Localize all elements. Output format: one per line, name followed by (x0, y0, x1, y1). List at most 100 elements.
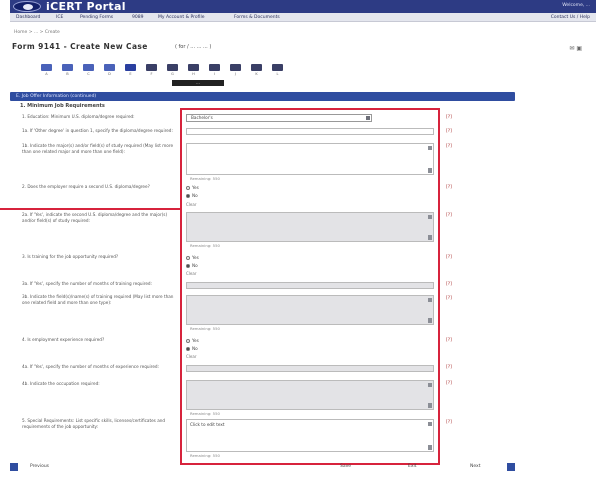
q3-clear-link[interactable]: Clear (186, 271, 196, 276)
question-2a: 2a. If 'Yes', indicate the second U.S. d… (22, 212, 168, 224)
scroll-up-icon (428, 383, 432, 387)
form-footer: Previous Save Exit Next (10, 463, 515, 473)
step-g[interactable]: G (164, 64, 181, 77)
next-button[interactable]: Next (470, 464, 480, 469)
page-subtitle: ( for / ... ... ... ) (175, 44, 212, 50)
question-4a: 4a. If 'Yes', specify the number of mont… (22, 364, 159, 369)
help-icon[interactable]: [?] (446, 296, 452, 301)
question-4: 4. Is employment experience required? (22, 337, 105, 342)
step-icon (62, 64, 73, 71)
step-c[interactable]: C (80, 64, 97, 77)
main-nav: Dashboard ICE Pending Forms 9089 My Acco… (10, 13, 596, 22)
help-icon[interactable]: [?] (446, 365, 452, 370)
q3-yes-radio[interactable]: Yes (186, 255, 199, 260)
scroll-up-icon (428, 422, 432, 426)
breadcrumb[interactable]: Home > ... > Create (14, 30, 60, 35)
char-counter: Remaining: 550 (190, 243, 220, 248)
radio-icon (186, 186, 190, 190)
step-f[interactable]: F (143, 64, 160, 77)
q2-no-radio[interactable]: No (186, 193, 198, 198)
exit-button[interactable]: Exit (408, 464, 417, 469)
step-d[interactable]: D (101, 64, 118, 77)
nav-help[interactable]: Contact Us / Help (551, 15, 590, 20)
step-e[interactable]: E (122, 64, 139, 77)
step-h[interactable]: H (185, 64, 202, 77)
radio-icon (186, 264, 190, 268)
other-degree-input[interactable] (186, 128, 434, 135)
nav-dashboard[interactable]: Dashboard (16, 15, 40, 20)
step-icon (209, 64, 220, 71)
experience-months-input[interactable] (186, 365, 434, 372)
question-1b: 1b. Indicate the major(s) and/or field(s… (22, 143, 174, 155)
page-title: Form 9141 - Create New Case (12, 42, 148, 51)
print-email-icons[interactable]: ✉ ▣ (569, 45, 582, 52)
help-icon[interactable]: [?] (446, 129, 452, 134)
question-1: 1. Education: Minimum U.S. diploma/degre… (22, 114, 135, 119)
nav-ice[interactable]: ICE (56, 15, 63, 20)
help-icon[interactable]: [?] (446, 115, 452, 120)
chevron-down-icon (366, 116, 370, 120)
step-k[interactable]: K (248, 64, 265, 77)
highlight-connector (0, 208, 181, 210)
q2-yes-radio[interactable]: Yes (186, 185, 199, 190)
education-value: Bachelor's (191, 115, 213, 120)
previous-button[interactable]: Previous (30, 464, 49, 469)
help-icon[interactable]: [?] (446, 144, 452, 149)
section-subheading: 1. Minimum Job Requirements (20, 103, 105, 109)
resize-handle-icon[interactable] (428, 403, 432, 408)
top-banner: iCERT Portal Welcome, ... (10, 0, 596, 13)
special-requirements-textarea[interactable]: Click to edit text (186, 419, 434, 452)
next-arrow-icon[interactable] (507, 463, 515, 471)
nav-account[interactable]: My Account & Profile (158, 15, 205, 20)
logo-icon (13, 1, 41, 12)
step-icon (167, 64, 178, 71)
resize-handle-icon[interactable] (428, 318, 432, 323)
section-header: E. Job Offer Information (continued) (10, 92, 515, 101)
help-icon[interactable]: [?] (446, 213, 452, 218)
step-icon (230, 64, 241, 71)
step-b[interactable]: B (59, 64, 76, 77)
resize-handle-icon[interactable] (428, 235, 432, 240)
training-months-input[interactable] (186, 282, 434, 289)
q3-no-radio[interactable]: No (186, 263, 198, 268)
step-a[interactable]: A (38, 64, 55, 77)
major-field-textarea[interactable] (186, 143, 434, 175)
question-2: 2. Does the employer require a second U.… (22, 184, 150, 189)
q4-yes-radio[interactable]: Yes (186, 338, 199, 343)
previous-arrow-icon[interactable] (10, 463, 18, 471)
nav-9089[interactable]: 9089 (132, 15, 143, 20)
second-degree-textarea[interactable] (186, 212, 434, 242)
step-l[interactable]: L (269, 64, 286, 77)
step-icon (104, 64, 115, 71)
help-icon[interactable]: [?] (446, 282, 452, 287)
q2-clear-link[interactable]: Clear (186, 202, 196, 207)
welcome-text: Welcome, ... (562, 3, 590, 8)
nav-pending-forms[interactable]: Pending Forms (80, 15, 113, 20)
step-icon (146, 64, 157, 71)
help-icon[interactable]: [?] (446, 185, 452, 190)
question-3: 3. Is training for the job opportunity r… (22, 254, 119, 259)
step-icon (272, 64, 283, 71)
help-icon[interactable]: [?] (446, 255, 452, 260)
question-1a: 1a. If 'Other degree' in question 1, spe… (22, 128, 173, 133)
step-i[interactable]: I (206, 64, 223, 77)
resize-handle-icon[interactable] (428, 445, 432, 450)
step-j[interactable]: J (227, 64, 244, 77)
q4-clear-link[interactable]: Clear (186, 354, 196, 359)
help-icon[interactable]: [?] (446, 338, 452, 343)
step-icon (125, 64, 136, 71)
help-icon[interactable]: [?] (446, 420, 452, 425)
scroll-up-icon (428, 146, 432, 150)
question-5: 5. Special Requirements: List specific s… (22, 418, 166, 430)
q4-no-radio[interactable]: No (186, 346, 198, 351)
help-icon[interactable]: [?] (446, 381, 452, 386)
education-select[interactable]: Bachelor's (186, 114, 372, 122)
training-field-textarea[interactable] (186, 295, 434, 325)
radio-icon (186, 339, 190, 343)
resize-handle-icon[interactable] (428, 168, 432, 173)
occupation-textarea[interactable] (186, 380, 434, 410)
radio-icon (186, 256, 190, 260)
save-button[interactable]: Save (340, 464, 351, 469)
nav-forms-docs[interactable]: Forms & Documents (234, 15, 280, 20)
char-counter: Remaining: 550 (190, 176, 220, 181)
